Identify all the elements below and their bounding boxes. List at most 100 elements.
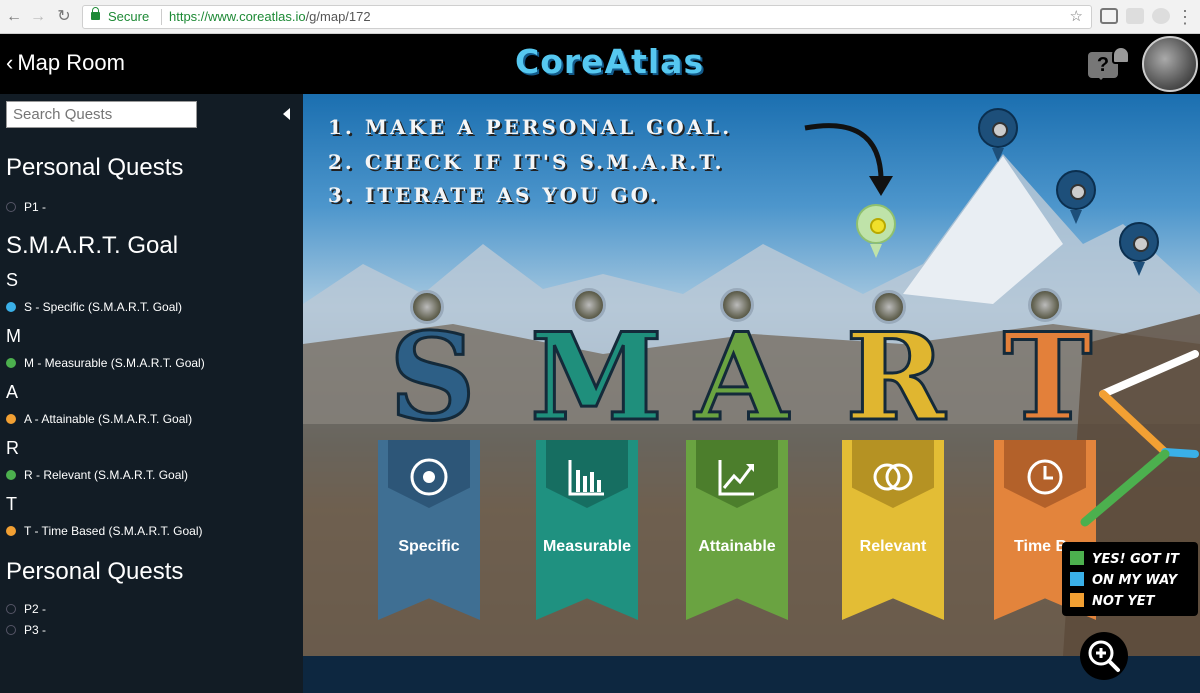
quest-label: P1 - (24, 200, 47, 214)
url-text: https://www.coreatlas.io/g/map/172 (169, 6, 371, 28)
url-divider (161, 9, 162, 25)
banner-attainable[interactable]: Attainable (686, 440, 788, 620)
quest-item-attainable[interactable]: A - Attainable (S.M.A.R.T. Goal) (6, 412, 192, 426)
group-letter-m: M (6, 326, 21, 346)
section-title-personal-quests-2: Personal Quests (6, 558, 184, 585)
banner-relevant[interactable]: Relevant (842, 440, 944, 620)
quest-label: T - Time Based (S.M.A.R.T. Goal) (24, 524, 203, 538)
back-to-map-room-link[interactable]: ‹ Map Room (6, 50, 125, 76)
extension-refresh-icon[interactable] (1152, 8, 1170, 24)
chevron-left-icon: ‹ (6, 50, 14, 75)
url-host: https://www.coreatlas.io (169, 9, 306, 24)
pin-marker-icon (1056, 170, 1096, 210)
back-label: Map Room (17, 50, 125, 75)
status-dot-icon (6, 470, 16, 480)
extension-icon[interactable] (1126, 8, 1144, 24)
legend-item-on-my-way: ON MY WAY (1070, 572, 1177, 592)
url-path: /g/map/172 (305, 9, 371, 24)
status-dot-icon (6, 526, 16, 536)
map-footer-strip (303, 656, 1200, 693)
app-header: ‹ Map Room CoreAtlas ? (0, 34, 1200, 94)
cast-icon[interactable] (1100, 8, 1118, 24)
browser-toolbar: ← → ↻ Secure https://www.coreatlas.io/g/… (0, 0, 1200, 34)
trend-line-icon (718, 460, 754, 496)
status-dot-icon (6, 202, 16, 212)
search-quests-input[interactable] (6, 101, 197, 128)
back-arrow-icon[interactable]: ← (4, 7, 24, 27)
pin-marker-icon (856, 204, 896, 244)
lock-icon (91, 7, 100, 20)
legend-item-yes: YES! GOT IT (1070, 551, 1179, 571)
smart-letter-s: S (388, 307, 478, 448)
status-dot-icon (6, 302, 16, 312)
quest-item-relevant[interactable]: R - Relevant (S.M.A.R.T. Goal) (6, 468, 188, 482)
quest-label: R - Relevant (S.M.A.R.T. Goal) (24, 468, 189, 482)
rings-icon (873, 463, 913, 491)
pin-marker-icon (978, 108, 1018, 148)
section-title-smart-goal: S.M.A.R.T. Goal (6, 232, 179, 259)
instruction-line-3: 3. ITERATE AS YOU GO. (328, 183, 660, 207)
legend-label: YES! GOT IT (1092, 552, 1179, 567)
legend-item-not-yet: NOT YET (1070, 593, 1155, 613)
forward-arrow-icon[interactable]: → (28, 7, 48, 27)
collapse-sidebar-icon[interactable] (283, 108, 290, 120)
quest-item-p3[interactable]: P3 - (6, 623, 46, 637)
coreatlas-logo[interactable]: CoreAtlas (515, 42, 704, 81)
legend-swatch (1070, 551, 1084, 565)
reload-icon[interactable]: ↻ (54, 7, 74, 27)
legend-swatch (1070, 593, 1084, 607)
status-dot-icon (6, 358, 16, 368)
target-icon (410, 458, 448, 496)
quest-label: S - Specific (S.M.A.R.T. Goal) (24, 300, 183, 314)
address-bar[interactable]: Secure https://www.coreatlas.io/g/map/17… (82, 5, 1092, 29)
legend-swatch (1070, 572, 1084, 586)
quest-item-p2[interactable]: P2 - (6, 602, 46, 616)
banner-specific[interactable]: Specific (378, 440, 480, 620)
smart-letter-m: M (529, 307, 665, 448)
map-pin[interactable] (1056, 170, 1096, 224)
section-title-personal-quests: Personal Quests (6, 154, 184, 181)
group-letter-s: S (6, 270, 19, 290)
smart-letter-r: R (844, 307, 947, 448)
quest-item-p1[interactable]: P1 - (6, 200, 46, 214)
quest-item-measurable[interactable]: M - Measurable (S.M.A.R.T. Goal) (6, 356, 205, 370)
quest-label: P3 - (24, 623, 47, 637)
pin-marker-icon (1119, 222, 1159, 262)
instruction-line-2: 2. CHECK IF IT'S S.M.A.R.T. (328, 150, 725, 174)
pin-tail (992, 148, 1004, 162)
quest-item-specific[interactable]: S - Specific (S.M.A.R.T. Goal) (6, 300, 182, 314)
banner-measurable[interactable]: Measurable (536, 440, 638, 620)
curved-arrow-icon (804, 123, 893, 196)
banner-label: Measurable (542, 538, 632, 555)
zoom-in-button[interactable] (1080, 632, 1128, 680)
legend-label: NOT YET (1092, 594, 1155, 609)
status-dot-icon (6, 604, 16, 614)
quest-item-time-based[interactable]: T - Time Based (S.M.A.R.T. Goal) (6, 524, 203, 538)
map-pin[interactable] (1119, 222, 1159, 276)
map-pin-active[interactable] (856, 204, 896, 258)
legend-label: ON MY WAY (1092, 573, 1178, 588)
smart-letter-a: A (693, 307, 789, 448)
menu-kebab-icon[interactable]: ⋮ (1175, 7, 1195, 27)
map-pin[interactable] (978, 108, 1018, 162)
banner-label: Specific (398, 538, 460, 555)
secure-label: Secure (108, 9, 150, 24)
notification-bell-icon[interactable] (1112, 46, 1130, 64)
quest-label: M - Measurable (S.M.A.R.T. Goal) (24, 356, 205, 370)
status-dot-icon (6, 625, 16, 635)
progress-path (1080, 350, 1199, 527)
user-avatar[interactable] (1142, 36, 1198, 92)
quest-sidebar: Personal Quests P1 - S.M.A.R.T. Goal S S… (0, 94, 303, 693)
quest-label: A - Attainable (S.M.A.R.T. Goal) (24, 412, 193, 426)
instruction-line-1: 1. MAKE A PERSONAL GOAL. (328, 115, 733, 139)
bookmark-star-icon[interactable]: ☆ (1070, 6, 1083, 28)
bar-chart-icon (568, 460, 604, 496)
quest-label: P2 - (24, 602, 47, 616)
pin-tail (1070, 210, 1082, 224)
status-legend: YES! GOT IT ON MY WAY NOT YET (1062, 542, 1198, 616)
group-letter-a: A (6, 382, 19, 402)
group-letter-t: T (6, 494, 17, 514)
pin-tail (1133, 262, 1145, 276)
banner-label: Attainable (698, 538, 776, 555)
banner-label: Relevant (859, 538, 927, 555)
